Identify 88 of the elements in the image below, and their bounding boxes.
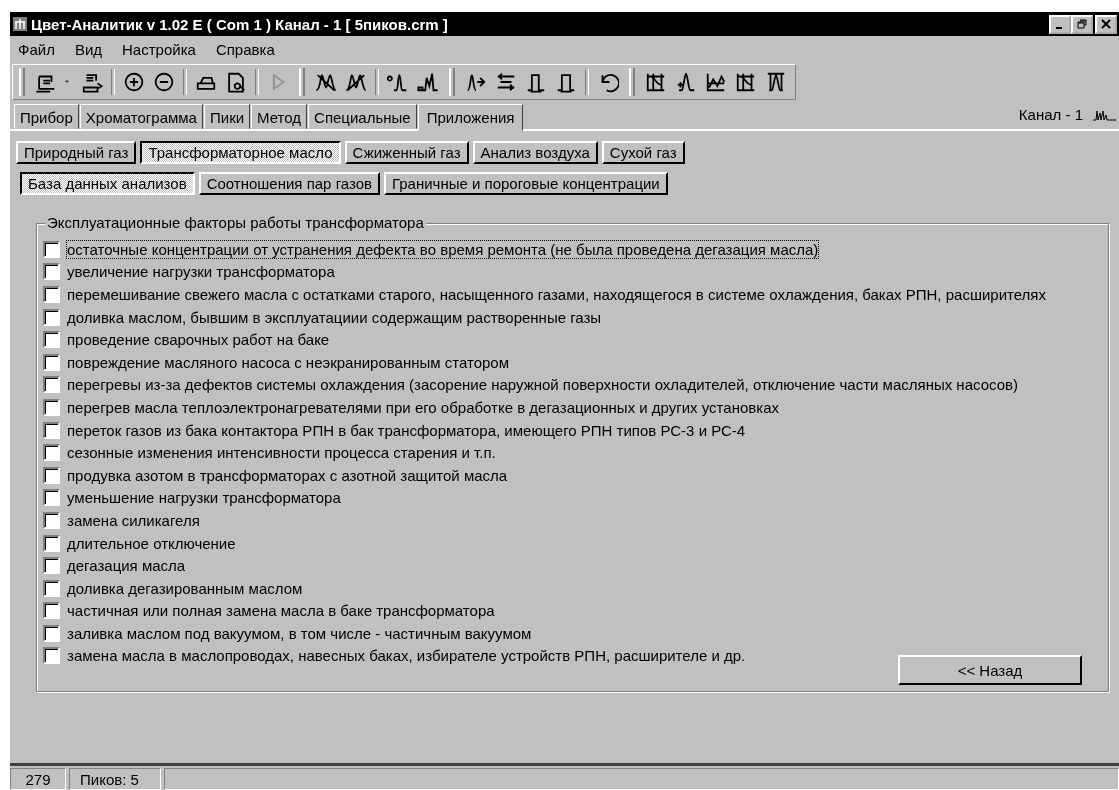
plus-icon[interactable] xyxy=(123,71,145,93)
checkbox[interactable] xyxy=(43,444,60,462)
window-title: Цвет-Аналитик v 1.02 E ( Com 1 ) Канал - 1 [ 5пиков.crm ] xyxy=(31,15,449,33)
restore-button[interactable] xyxy=(1071,14,1093,34)
toolbar-grip[interactable] xyxy=(449,68,455,96)
status-panel: Пиков: 5 xyxy=(69,768,161,790)
peak-icon[interactable] xyxy=(417,71,439,93)
checkbox-label[interactable]: замена масла в маслопроводах, навесных баках, избирателе устройств РПН, расширителе и др. xyxy=(66,646,747,666)
peak-width-icon[interactable] xyxy=(765,71,787,93)
tab[interactable]: Сжиженный газ xyxy=(344,141,469,164)
checkbox-label[interactable]: частичная или полная замена масла в баке трансформатора xyxy=(66,601,496,621)
tab[interactable]: Граничные и пороговые концентрации xyxy=(383,172,668,195)
checkbox[interactable] xyxy=(43,286,60,303)
checkbox[interactable] xyxy=(43,647,60,665)
checkbox-label[interactable]: повреждение масляного насоса с неэкранированным статором xyxy=(66,352,510,372)
tab[interactable]: Специальные xyxy=(308,104,417,129)
checkbox[interactable] xyxy=(43,263,60,281)
app-icon xyxy=(12,16,28,32)
checkbox-label[interactable]: сезонные изменения интенсивности процесса старения и т.п. xyxy=(66,443,497,463)
menu-item[interactable]: Справка xyxy=(215,40,275,58)
menu-item[interactable]: Настройка xyxy=(122,40,196,58)
tab[interactable]: Пики xyxy=(203,104,251,129)
peaks-icon[interactable] xyxy=(1093,109,1117,121)
checkbox-label[interactable]: остаточные концентрации от устранения дефекта во время ремонта (не была проведена дегазация масла) xyxy=(66,239,820,259)
restore-icon xyxy=(1077,19,1087,29)
channel-label: Канал - 1 xyxy=(1018,106,1083,123)
peak-add-icon[interactable] xyxy=(675,71,697,93)
minimize-button[interactable] xyxy=(1049,14,1071,34)
checkbox[interactable] xyxy=(43,579,60,597)
chart-icon[interactable] xyxy=(705,71,727,93)
checkbox[interactable] xyxy=(43,308,60,326)
checkbox-label[interactable]: переток газов из бака контактора РПН в бак трансформатора, имеющего РПН типов РС-3 и РС-4 xyxy=(66,420,747,440)
tab[interactable]: Сухой газ xyxy=(601,141,685,164)
checkbox[interactable] xyxy=(43,331,60,349)
tab[interactable]: Природный газ xyxy=(16,141,137,164)
tab[interactable]: Приложения xyxy=(417,104,524,131)
checkbox-label[interactable]: перемешивание свежего масла с остатками старого, насыщенного газами, находящегося в системе охлаждения, баках РПН, расширителях xyxy=(66,285,1047,304)
checkbox-label[interactable]: дегазация масла xyxy=(66,556,187,576)
checkbox-label[interactable]: замена силикагеля xyxy=(66,510,201,530)
status-panel: 279 xyxy=(10,768,66,790)
checkbox-label[interactable]: перегревы из-за дефектов системы охлаждения (засорение наружной поверхности охладителей, отключение части масляных насосов) xyxy=(66,375,1019,395)
peaks-icon[interactable] xyxy=(315,71,337,93)
tab[interactable]: Прибор xyxy=(14,104,79,129)
checkbox[interactable] xyxy=(43,489,60,507)
checkbox[interactable] xyxy=(43,353,60,371)
tab[interactable]: Соотношения пар газов xyxy=(198,172,380,195)
checkbox-label[interactable]: продувка азотом в трансформаторах с азотной защитой масла xyxy=(66,465,509,485)
export-icon[interactable] xyxy=(81,71,103,93)
toolbar-grip[interactable] xyxy=(19,68,25,96)
print-preview-icon[interactable] xyxy=(225,71,247,93)
toolbar-grip[interactable] xyxy=(629,68,635,96)
toolbar-grip[interactable] xyxy=(299,68,305,96)
checkbox[interactable] xyxy=(43,466,60,484)
checkbox-label[interactable]: перегрев масла теплоэлектронагревателями при его обработке в дегазационных и других установках xyxy=(66,397,780,417)
close-icon xyxy=(1101,19,1111,29)
tab[interactable]: Анализ воздуха xyxy=(472,141,598,164)
minimize-icon xyxy=(1055,27,1062,29)
minus-icon[interactable] xyxy=(153,71,175,93)
chart-icon[interactable] xyxy=(645,71,667,93)
checkbox[interactable] xyxy=(43,602,60,620)
group-title: Эксплуатационные факторы работы трансформатора xyxy=(45,214,426,231)
checkbox-label[interactable]: заливка маслом под вакуумом, в том числе - частичным вакуумом xyxy=(66,623,533,643)
checkbox[interactable] xyxy=(43,624,60,642)
checkbox[interactable] xyxy=(43,557,60,575)
close-button[interactable] xyxy=(1095,14,1117,34)
checkbox-label[interactable]: длительное отключение xyxy=(66,533,237,553)
checkbox[interactable] xyxy=(43,398,60,416)
checkbox-label[interactable]: проведение сварочных работ на баке xyxy=(66,330,331,350)
chart-icon[interactable] xyxy=(735,71,757,93)
menu-item[interactable]: Файл xyxy=(18,40,55,58)
checkbox[interactable] xyxy=(43,534,60,552)
checkbox[interactable] xyxy=(43,421,60,439)
checkbox-label[interactable]: доливка маслом, бывшим в эксплуатациии содержащим растворенные газы xyxy=(66,307,603,327)
tab[interactable]: Хроматограмма xyxy=(79,104,203,129)
tab[interactable]: Метод xyxy=(251,104,308,129)
peaks-icon[interactable] xyxy=(345,71,367,93)
checkbox-label[interactable]: доливка дегазированным маслом xyxy=(66,578,304,598)
checkbox-label[interactable]: уменьшение нагрузки трансформатора xyxy=(66,488,342,508)
checkbox[interactable] xyxy=(43,376,60,394)
menu-item[interactable]: Вид xyxy=(74,40,103,58)
peak-icon[interactable] xyxy=(387,71,409,93)
checkbox-label[interactable]: увеличение нагрузки трансформатора xyxy=(66,262,336,282)
back-button[interactable]: << Назад xyxy=(898,655,1082,686)
tab[interactable]: База данных анализов xyxy=(20,172,195,195)
checkbox[interactable] xyxy=(43,240,60,258)
peak-split-icon[interactable] xyxy=(465,71,487,93)
checkbox[interactable] xyxy=(43,511,60,529)
tab[interactable]: Трансформаторное масло xyxy=(140,141,341,164)
